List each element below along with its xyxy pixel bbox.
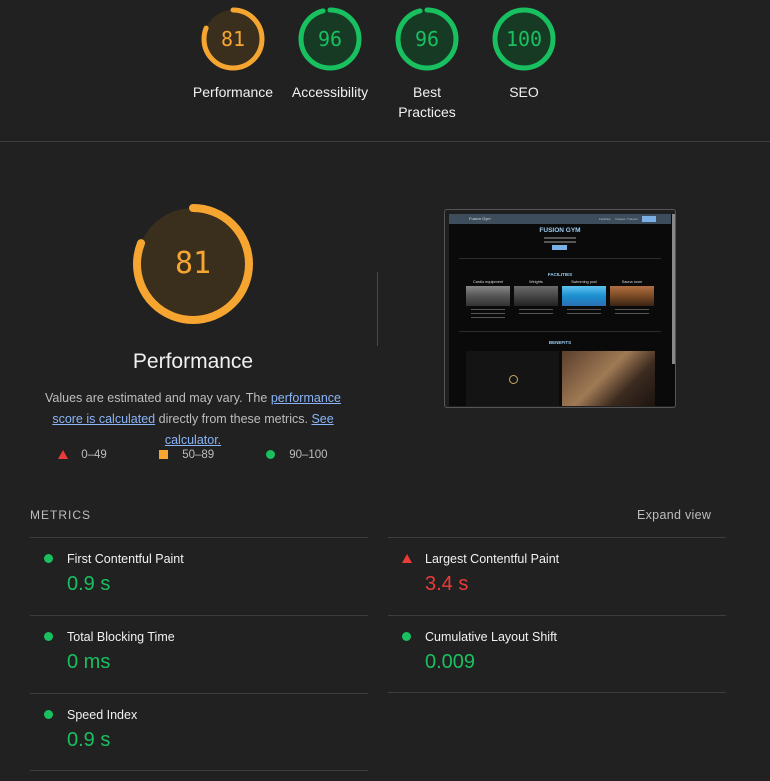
lightbulb-icon — [509, 375, 518, 384]
thumb-text-line — [567, 313, 601, 314]
gauge-label: Best Practices — [398, 84, 456, 120]
thumb-facility: Sauna room — [610, 280, 654, 314]
performance-gauge: 81 — [123, 200, 263, 340]
thumb-button — [552, 245, 567, 250]
legend-poor: 0–49 — [58, 446, 107, 464]
thumb-facility-image — [466, 286, 510, 306]
metric-divider — [30, 615, 368, 616]
thumb-text-line — [567, 309, 601, 310]
gauge-score: 81 — [220, 27, 246, 51]
legend-range: 0–49 — [81, 449, 107, 461]
thumb-nav-button — [642, 216, 656, 222]
desc-text: Values are estimated and may vary. The — [45, 391, 271, 405]
pass-circle-icon — [44, 554, 53, 563]
metric-divider — [388, 537, 726, 538]
metric-largest-contentful-paint: Largest Contentful Paint 3.4 s — [388, 537, 726, 615]
metric-divider — [30, 770, 368, 771]
fail-triangle-icon — [402, 554, 412, 563]
thumb-benefits-heading: BENEFITS — [548, 340, 572, 345]
score-summary: 81 Performance 96 Accessibility 96 Best … — [0, 0, 770, 141]
metric-first-contentful-paint: First Contentful Paint 0.9 s — [30, 537, 368, 615]
thumb-facility-image — [514, 286, 558, 306]
thumb-text-line — [471, 317, 505, 318]
gauge-label: Accessibility — [291, 84, 369, 100]
pass-circle-icon — [44, 710, 53, 719]
performance-title: Performance — [132, 350, 254, 373]
metric-divider — [30, 537, 368, 538]
metric-name: Cumulative Layout Shift — [425, 630, 558, 644]
metric-name: Speed Index — [67, 708, 138, 722]
thumb-text-line — [519, 313, 553, 314]
triangle-icon — [58, 450, 68, 459]
legend-range: 90–100 — [289, 449, 328, 461]
pass-circle-icon — [44, 632, 53, 641]
gauge-score: 96 — [414, 27, 440, 51]
thumb-nav-link: Trainers — [627, 217, 638, 221]
legend-range: 50–89 — [182, 449, 215, 461]
thumb-rule — [459, 258, 661, 259]
thumb-facility: Weights — [514, 280, 558, 314]
square-icon — [159, 450, 168, 459]
thumb-facilities-heading: FACILITIES — [547, 272, 573, 277]
thumb-text-line — [471, 309, 505, 310]
metric-divider — [388, 615, 726, 616]
metric-value: 0.9 s — [67, 573, 111, 595]
page-screenshot-thumbnail[interactable]: Fusion Gym Facilities Classes Trainers F… — [444, 209, 676, 408]
performance-score: 81 — [174, 246, 212, 281]
metric-divider — [388, 692, 726, 693]
screenshot-canvas: Fusion Gym Facilities Classes Trainers F… — [449, 214, 675, 406]
gauge-label: SEO — [509, 84, 539, 100]
thumb-facility-image — [610, 286, 654, 306]
metrics-heading: METRICS — [30, 508, 91, 522]
pass-circle-icon — [402, 632, 411, 641]
thumb-nav-link: Classes — [615, 217, 626, 221]
thumb-title: FUSION GYM — [539, 227, 581, 234]
thumb-facility: Cardio equipment — [466, 280, 510, 318]
metric-name: Total Blocking Time — [67, 630, 175, 644]
section-divider — [0, 141, 770, 142]
thumb-benefit-image — [466, 351, 559, 406]
gauge-accessibility[interactable]: 96 Accessibility — [280, 6, 380, 102]
desc-text: directly from these metrics. — [155, 412, 312, 426]
thumb-navbar: Fusion Gym Facilities Classes Trainers — [449, 214, 671, 224]
metric-speed-index: Speed Index 0.9 s — [30, 693, 368, 771]
thumb-text-line — [615, 309, 649, 310]
score-legend: 0–49 50–89 90–100 — [55, 446, 355, 464]
metric-name: First Contentful Paint — [67, 552, 184, 566]
thumb-nav-link: Facilities — [599, 217, 611, 221]
metric-value: 0 ms — [67, 651, 111, 673]
thumb-text-line — [519, 309, 553, 310]
thumb-rule — [459, 331, 661, 332]
gauge-seo[interactable]: 100 SEO — [474, 6, 574, 102]
gauge-score: 96 — [317, 27, 343, 51]
thumb-text-line — [615, 313, 649, 314]
thumb-benefit-image — [562, 351, 655, 406]
thumb-brand: Fusion Gym — [469, 216, 491, 221]
thumb-facility: Swimming pool — [562, 280, 606, 314]
performance-description: Values are estimated and may vary. The p… — [28, 388, 358, 451]
metric-value: 0.9 s — [67, 729, 111, 751]
metric-name: Largest Contentful Paint — [425, 552, 560, 566]
thumb-text-line — [544, 237, 576, 239]
metric-total-blocking-time: Total Blocking Time 0 ms — [30, 615, 368, 693]
thumb-facility-image — [562, 286, 606, 306]
gauge-label: Performance — [192, 84, 274, 100]
metric-value: 0.009 — [425, 651, 476, 673]
expand-view-toggle[interactable]: Expand view — [637, 508, 711, 522]
legend-average: 50–89 — [159, 446, 214, 464]
metric-divider — [30, 693, 368, 694]
thumb-text-line — [544, 241, 576, 243]
legend-good: 90–100 — [266, 446, 328, 464]
metric-cumulative-layout-shift: Cumulative Layout Shift 0.009 — [388, 615, 726, 693]
metric-value: 3.4 s — [425, 573, 469, 595]
circle-icon — [266, 450, 275, 459]
thumb-text-line — [471, 313, 505, 314]
gauge-score: 100 — [505, 27, 543, 51]
vertical-divider — [377, 272, 378, 346]
gauge-performance[interactable]: 81 Performance — [183, 6, 283, 102]
thumb-scrollbar — [672, 214, 675, 364]
gauge-best-practices[interactable]: 96 Best Practices — [377, 6, 477, 122]
